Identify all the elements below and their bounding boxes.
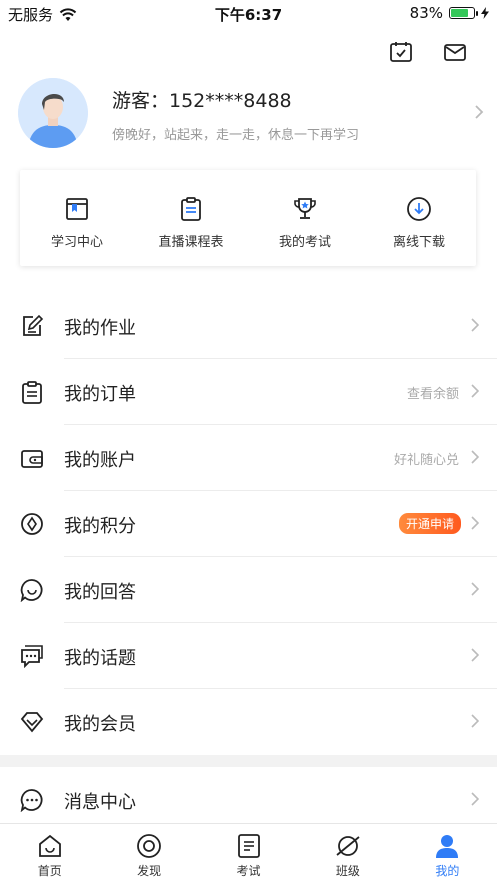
battery-icon [449,7,478,19]
menu-item-topics[interactable]: 我的话题 [0,623,497,689]
bookmark-book-icon [66,198,88,220]
menu-label: 我的作业 [64,318,136,339]
view-balance-link[interactable]: 查看余额 [407,383,459,402]
chevron-right-icon [471,318,479,332]
profile-icon [436,835,459,858]
avatar[interactable] [18,78,88,148]
quick-label: 学习中心 [50,235,103,250]
menu-label: 我的回答 [64,582,136,603]
menu-label: 我的会员 [64,714,136,735]
gift-redeem-link[interactable]: 好礼随心兑 [394,449,459,468]
chevron-right-icon [471,792,479,806]
menu-label: 我的积分 [64,516,136,537]
quick-label: 我的考试 [278,235,331,250]
bottom-tab-bar: 首页 发现 考试 班级 我的 [0,823,497,884]
section-separator [0,755,497,767]
diamond-icon [20,712,44,733]
points-icon [21,513,43,535]
tab-label: 发现 [137,864,162,878]
class-icon [336,836,360,856]
menu-item-answers[interactable]: 我的回答 [0,557,497,623]
menu-item-points[interactable]: 我的积分 开通申请 [0,491,497,557]
quick-label: 直播课程表 [158,235,224,250]
quick-my-exams[interactable]: 我的考试 [248,170,362,266]
chat-bubble-icon [20,579,43,602]
status-bar: 无服务 下午6:37 83% [0,0,497,26]
menu-item-orders[interactable]: 我的订单 查看余额 [0,359,497,425]
menu-label: 我的账户 [64,450,136,471]
menu-label: 消息中心 [64,792,136,813]
quick-study-center[interactable]: 学习中心 [20,170,134,266]
open-application-badge[interactable]: 开通申请 [398,513,461,534]
home-icon [38,834,61,857]
tab-class[interactable]: 班级 [298,824,397,884]
wallet-icon [21,450,43,468]
chevron-right-icon [471,648,479,662]
discover-icon [137,834,162,858]
profile-header[interactable]: 游客：152****8488 傍晚好，站起来，走一走，休息一下再学习 [18,78,488,148]
trophy-icon [294,198,316,219]
tab-profile[interactable]: 我的 [398,824,497,884]
quick-actions-card: 学习中心 直播课程表 我的考试 离线下载 [20,170,476,266]
chevron-right-icon [475,105,484,119]
username: 游客：152****8488 [112,90,292,112]
order-icon [22,381,42,404]
chevron-right-icon [471,516,479,530]
quick-label: 离线下载 [392,235,445,250]
calendar-check-icon[interactable] [389,40,413,64]
battery-area: 83% [410,4,489,22]
tab-home[interactable]: 首页 [0,824,99,884]
menu-item-homework[interactable]: 我的作业 [0,293,497,359]
menu-label: 我的订单 [64,384,136,405]
exam-icon [237,834,260,858]
tab-discover[interactable]: 发现 [99,824,198,884]
battery-fill [451,9,469,17]
tab-exam[interactable]: 考试 [199,824,298,884]
quick-live-schedule[interactable]: 直播课程表 [134,170,248,266]
tab-label: 考试 [236,864,261,878]
tab-label: 班级 [335,864,360,878]
menu-item-membership[interactable]: 我的会员 [0,689,497,755]
menu-label: 我的话题 [64,648,136,669]
greeting-text: 傍晚好，站起来，走一走，休息一下再学习 [112,128,360,143]
download-icon [407,197,431,221]
homework-icon [23,314,44,336]
tab-label: 我的 [435,864,460,878]
menu-list: 我的作业 我的订单 查看余额 我的账户 好礼随心兑 我的积分 开通申请 我的回答… [0,293,497,755]
menu-item-message-center[interactable]: 消息中心 [0,767,497,827]
topic-icon [21,645,43,668]
quick-offline-download[interactable]: 离线下载 [362,170,476,266]
avatar-image [18,78,88,148]
message-dots-icon [20,789,43,812]
mail-icon[interactable] [443,40,467,64]
battery-percent: 83% [409,4,443,22]
top-actions [389,40,467,64]
menu-item-account[interactable]: 我的账户 好礼随心兑 [0,425,497,491]
chevron-right-icon [471,384,479,398]
tab-label: 首页 [37,864,62,878]
clipboard-icon [181,197,201,221]
chevron-right-icon [471,714,479,728]
charging-icon [481,7,489,19]
chevron-right-icon [471,450,479,464]
chevron-right-icon [471,582,479,596]
